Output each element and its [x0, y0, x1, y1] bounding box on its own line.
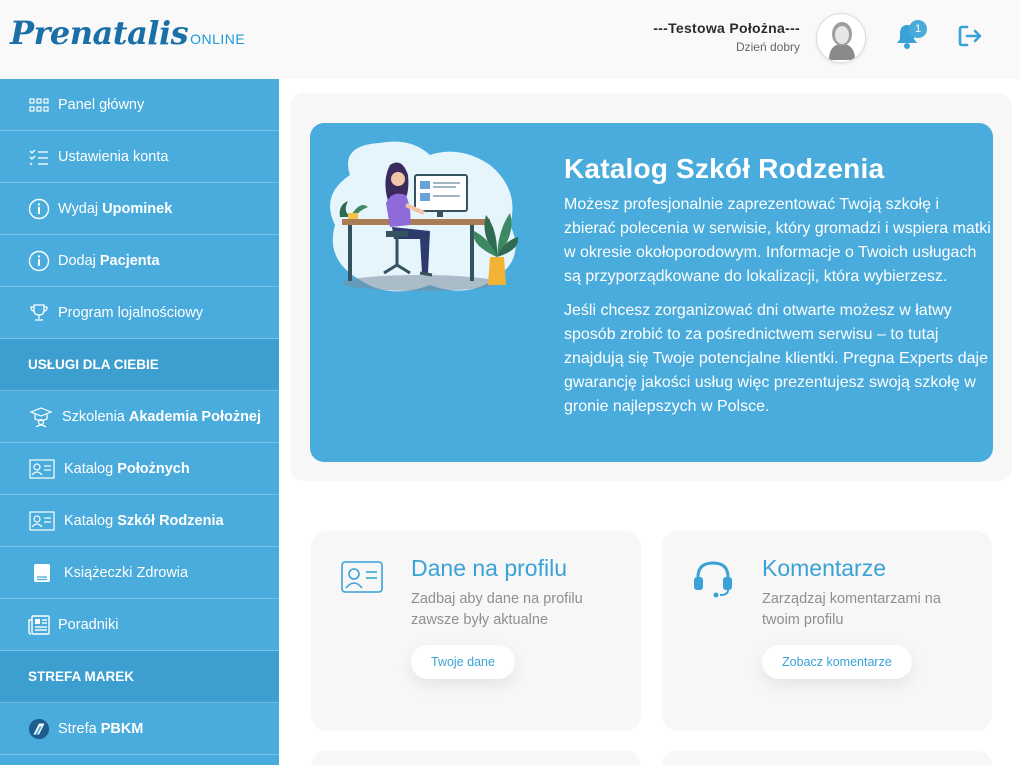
sidebar-item-loyalty[interactable]: Program lojalnościowy [0, 287, 279, 339]
sidebar-item-gift[interactable]: Wydaj Upominek [0, 183, 279, 235]
sidebar-item-midwives-catalog[interactable]: Katalog Położnych [0, 443, 279, 495]
sidebar-item-bold: PBKM [100, 720, 144, 737]
sidebar-item-add-patient[interactable]: Dodaj Pacjenta [0, 235, 279, 287]
sidebar-item-training[interactable]: Szkolenia Akademia Położnej [0, 391, 279, 443]
book-icon [28, 562, 56, 584]
sidebar: Panel główny Ustawienia konta Wydaj Upom… [0, 79, 279, 765]
sidebar-item-label: Poradniki [58, 616, 119, 633]
sidebar-item-label: Panel główny [58, 96, 145, 113]
office-illustration-icon [330, 141, 519, 292]
logo-main-text: Prenatalis [10, 14, 189, 52]
sidebar-item-guides[interactable]: Poradniki [0, 599, 279, 651]
sidebar-item-panel[interactable]: Panel główny [0, 79, 279, 131]
card-comments: Komentarze Zarządzaj komentarzami na two… [662, 531, 992, 731]
card-description: Zadbaj aby dane na profilu zawsze były a… [411, 591, 583, 628]
sidebar-item-bold: Upominek [102, 200, 173, 217]
user-info: ---Testowa Położna--- Dzień dobry [653, 20, 800, 54]
logout-icon[interactable] [956, 22, 984, 50]
sidebar-item-label: Katalog [64, 512, 114, 529]
pbkm-logo-icon [28, 718, 50, 740]
sidebar-item-schools-catalog[interactable]: Katalog Szkół Rodzenia [0, 495, 279, 547]
headset-icon [694, 561, 732, 598]
card-title: Dane na profilu [411, 555, 567, 581]
sidebar-item-label: Ustawienia konta [58, 148, 169, 165]
info-icon [28, 198, 50, 220]
logo-sub-text: ONLINE [190, 31, 246, 47]
sidebar-item-health-books[interactable]: Książeczki Zdrowia [0, 547, 279, 599]
info-icon [28, 250, 50, 272]
id-card-icon [28, 458, 56, 480]
avatar-icon [818, 15, 865, 62]
grid-icon [28, 94, 50, 116]
hero-banner: Katalog Szkół Rodzenia Możesz profesjona… [310, 123, 993, 462]
hero-paragraph-2: Jeśli chcesz zorganizować dni otwarte mo… [564, 302, 988, 415]
see-comments-button[interactable]: Zobacz komentarze [762, 645, 912, 679]
sidebar-item-label: Strefa [58, 720, 97, 737]
top-header: Prenatalis ONLINE ---Testowa Położna--- … [0, 0, 1020, 79]
hero-title: Katalog Szkół Rodzenia [564, 153, 885, 184]
sidebar-item-bold: Akademia Położnej [128, 408, 262, 425]
sidebar-section-brands: STREFA MAREK [0, 651, 279, 703]
sidebar-item-bold: Położnych [117, 460, 190, 477]
trophy-icon [28, 302, 50, 324]
card-partial [311, 751, 641, 765]
sidebar-item-bold: Szkół Rodzenia [117, 512, 224, 529]
card-description: Zarządzaj komentarzami na twoim profilu [762, 591, 941, 628]
sidebar-item-label: Książeczki Zdrowia [64, 564, 189, 581]
hero-paragraph-1: Możesz profesjonalnie zaprezentować Twoj… [564, 196, 991, 285]
card-partial [662, 751, 992, 765]
card-profile-data: Dane na profilu Zadbaj aby dane na profi… [311, 531, 641, 731]
avatar[interactable] [816, 13, 866, 63]
sidebar-item-account-settings[interactable]: Ustawienia konta [0, 131, 279, 183]
notification-badge: 1 [909, 20, 927, 38]
sidebar-item-label: Dodaj [58, 252, 96, 269]
sidebar-item-label: Wydaj [58, 200, 99, 217]
card-title: Komentarze [762, 555, 887, 581]
sidebar-item-label: Katalog [64, 460, 114, 477]
checklist-icon [28, 146, 50, 168]
sidebar-item-label: Program lojalnościowy [58, 304, 204, 321]
sidebar-item-bold: Pacjenta [99, 252, 160, 269]
sidebar-section-services: USŁUGI DLA CIEBIE [0, 339, 279, 391]
user-name: ---Testowa Położna--- [653, 20, 800, 36]
newspaper-icon [28, 614, 50, 636]
sidebar-item-label: Szkolenia [62, 408, 125, 425]
your-data-button[interactable]: Twoje dane [411, 645, 515, 679]
hero-description: Możesz profesjonalnie zaprezentować Twoj… [564, 193, 993, 429]
id-card-icon [28, 510, 56, 532]
sidebar-item-pbkm[interactable]: Strefa PBKM [0, 703, 279, 755]
graduation-icon [28, 406, 54, 428]
brand-logo[interactable]: Prenatalis ONLINE [10, 14, 245, 52]
greeting-text: Dzień dobry [735, 40, 800, 54]
id-card-icon [341, 561, 383, 593]
